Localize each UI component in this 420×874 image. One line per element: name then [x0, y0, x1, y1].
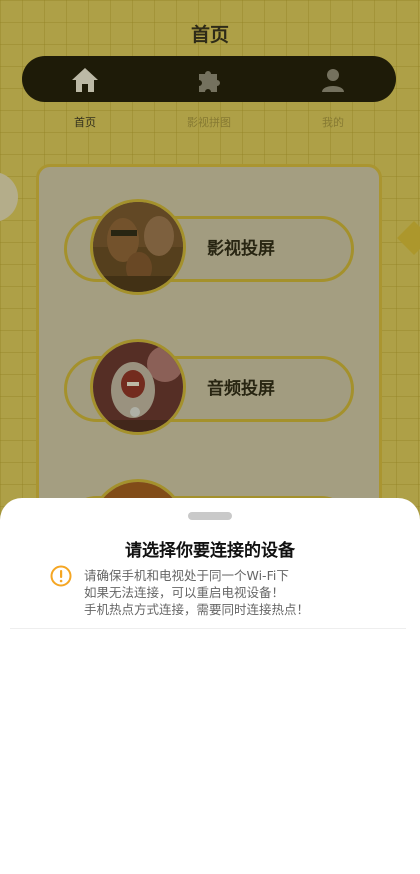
notice-line: 请确保手机和电视处于同一个Wi-Fi下: [84, 568, 289, 583]
connection-notice: 请确保手机和电视处于同一个Wi-Fi下 如果无法连接，可以重启电视设备！ 手机热…: [84, 567, 404, 618]
warning-icon: [50, 565, 72, 587]
notice-line: 手机热点方式连接，需要同时连接热点！: [84, 602, 310, 617]
notice-line: 如果无法连接，可以重启电视设备！: [84, 585, 285, 600]
sheet-title: 请选择你要连接的设备: [125, 541, 295, 561]
device-select-sheet: 请选择你要连接的设备 请确保手机和电视处于同一个Wi-Fi下 如果无法连接，可以…: [0, 498, 420, 874]
drag-handle[interactable]: [188, 512, 232, 520]
divider: [10, 628, 406, 629]
